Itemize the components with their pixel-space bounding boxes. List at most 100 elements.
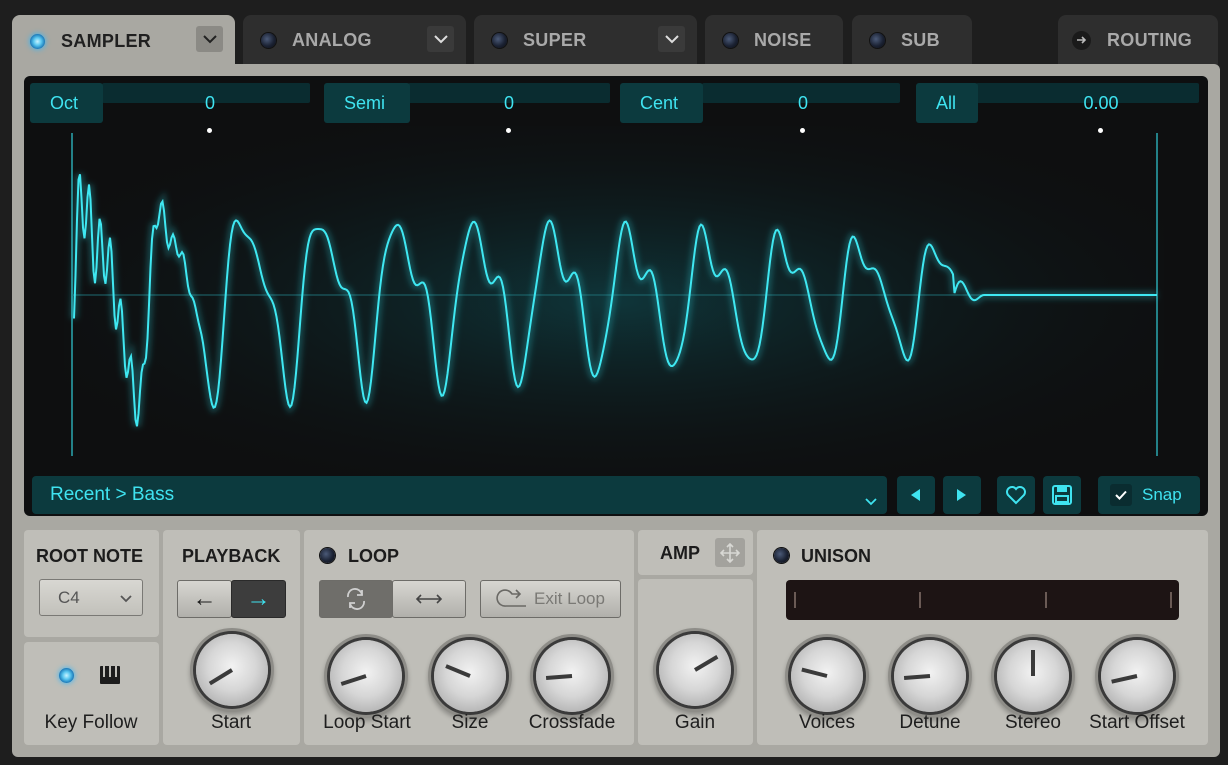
triangle-right-icon (957, 489, 966, 501)
loop-title: LOOP (348, 546, 400, 566)
save-icon (1052, 485, 1072, 505)
param-all-label: All (916, 83, 978, 123)
triangle-left-icon (911, 489, 920, 501)
tab-analog[interactable]: ANALOG (243, 15, 466, 65)
tab-noise-label: NOISE (754, 29, 812, 50)
param-cent-value: 0 (797, 93, 808, 113)
arrow-right-icon: → (246, 585, 271, 612)
double-arrow-icon (415, 594, 443, 604)
start-offset-label: Start Offset (1089, 712, 1185, 733)
tab-sub[interactable]: SUB (852, 15, 972, 65)
root-note-title: ROOT NOTE (36, 546, 143, 566)
param-cent-handle[interactable] (800, 128, 805, 133)
tab-super-label: SUPER (523, 29, 587, 50)
checkbox-icon[interactable] (1110, 484, 1132, 506)
playback-section: PLAYBACK ← → Start (163, 530, 300, 745)
playback-title: PLAYBACK (182, 546, 281, 566)
gain-knob[interactable] (659, 634, 731, 706)
key-follow-section: Key Follow (24, 642, 159, 745)
param-cent[interactable]: Cent 0 (620, 83, 900, 133)
start-knob[interactable] (196, 634, 268, 706)
heart-icon (1006, 486, 1026, 505)
sampler-window: SAMPLER ANALOG SUPER NOISE SUB ROUTING O… (0, 0, 1228, 765)
tab-analog-label: ANALOG (292, 29, 372, 50)
snap-label: Snap (1142, 485, 1182, 504)
chevron-down-icon[interactable] (427, 26, 454, 52)
key-follow-label: Key Follow (44, 712, 138, 733)
amp-title: AMP (660, 543, 700, 563)
tab-sub-label: SUB (901, 29, 940, 50)
unison-section: UNISON Voices Detune Stereo Start Offset (757, 530, 1208, 745)
param-semi-handle[interactable] (506, 128, 511, 133)
tab-noise[interactable]: NOISE (705, 15, 843, 65)
tab-routing-label: ROUTING (1107, 29, 1193, 50)
param-all-value: 0.00 (1083, 93, 1119, 113)
sub-power-led[interactable] (870, 32, 885, 48)
root-note-value: C4 (58, 588, 80, 607)
favorite-button[interactable] (997, 476, 1035, 514)
exit-loop-icon (496, 589, 527, 607)
stereo-knob[interactable] (997, 640, 1069, 712)
voices-knob[interactable] (791, 640, 863, 712)
param-semi-value: 0 (503, 93, 514, 113)
reverse-playback-button[interactable]: ← (177, 580, 232, 618)
loop-power-led[interactable] (320, 548, 335, 563)
unison-title: UNISON (801, 546, 872, 566)
waveform-display: Oct 0 Semi 0 Cent 0 All 0.00 Recent > Ba… (24, 76, 1208, 516)
noise-power-led[interactable] (723, 32, 738, 48)
detune-knob[interactable] (894, 640, 966, 712)
exit-loop-label: Exit Loop (534, 589, 605, 608)
chevron-down-icon[interactable] (658, 26, 685, 52)
forward-playback-button[interactable]: → (231, 580, 286, 618)
param-oct[interactable]: Oct 0 (30, 83, 310, 133)
tab-super[interactable]: SUPER (474, 15, 697, 65)
param-all[interactable]: All 0.00 (916, 83, 1199, 133)
chevron-down-icon[interactable] (865, 490, 877, 512)
param-semi[interactable]: Semi 0 (324, 83, 610, 133)
snap-toggle[interactable]: Snap (1098, 476, 1200, 514)
start-offset-knob[interactable] (1101, 640, 1173, 712)
unison-power-led[interactable] (774, 548, 789, 563)
move-icon[interactable] (715, 538, 745, 567)
waveform-view[interactable] (24, 76, 1208, 516)
sampler-power-led[interactable] (30, 33, 45, 49)
exit-loop-button[interactable]: Exit Loop (480, 580, 621, 618)
next-preset-button[interactable] (943, 476, 981, 514)
param-cent-label: Cent (620, 83, 703, 123)
sampler-panel: Oct 0 Semi 0 Cent 0 All 0.00 Recent > Ba… (12, 64, 1220, 757)
start-knob-label: Start (210, 712, 252, 733)
tab-sampler[interactable]: SAMPLER (12, 15, 235, 67)
chevron-down-icon[interactable] (196, 26, 223, 52)
tab-sampler-label: SAMPLER (61, 30, 152, 51)
arrow-right-icon (1072, 30, 1091, 50)
size-knob[interactable] (434, 640, 506, 712)
arrow-left-icon: ← (192, 585, 217, 612)
save-preset-button[interactable] (1043, 476, 1081, 514)
preset-path: Recent > Bass (50, 484, 175, 505)
loop-forward-button[interactable] (319, 580, 393, 618)
param-oct-value: 0 (204, 93, 215, 113)
param-all-handle[interactable] (1098, 128, 1103, 133)
loop-pingpong-button[interactable] (392, 580, 466, 618)
chevron-down-icon (120, 595, 132, 603)
crossfade-label: Crossfade (528, 712, 616, 733)
crossfade-knob[interactable] (536, 640, 608, 712)
loop-start-knob[interactable] (330, 640, 402, 712)
prev-preset-button[interactable] (897, 476, 935, 514)
tab-routing[interactable]: ROUTING (1058, 15, 1218, 65)
gain-label: Gain (674, 712, 716, 733)
param-oct-label: Oct (30, 83, 103, 123)
root-note-select[interactable]: C4 (39, 579, 143, 616)
analog-power-led[interactable] (261, 32, 276, 48)
param-oct-handle[interactable] (207, 128, 212, 133)
unison-spread-display[interactable] (786, 580, 1179, 620)
super-power-led[interactable] (492, 32, 507, 48)
root-note-section: ROOT NOTE C4 (24, 530, 159, 637)
amp-header: AMP (638, 530, 753, 575)
piano-keys-icon (100, 666, 120, 684)
preset-browser[interactable]: Recent > Bass (32, 476, 887, 514)
key-follow-led[interactable] (59, 668, 74, 683)
loop-icon (347, 588, 365, 610)
param-semi-label: Semi (324, 83, 410, 123)
loop-section: LOOP Exit Loop Loop Start Size Crossfade (304, 530, 634, 745)
